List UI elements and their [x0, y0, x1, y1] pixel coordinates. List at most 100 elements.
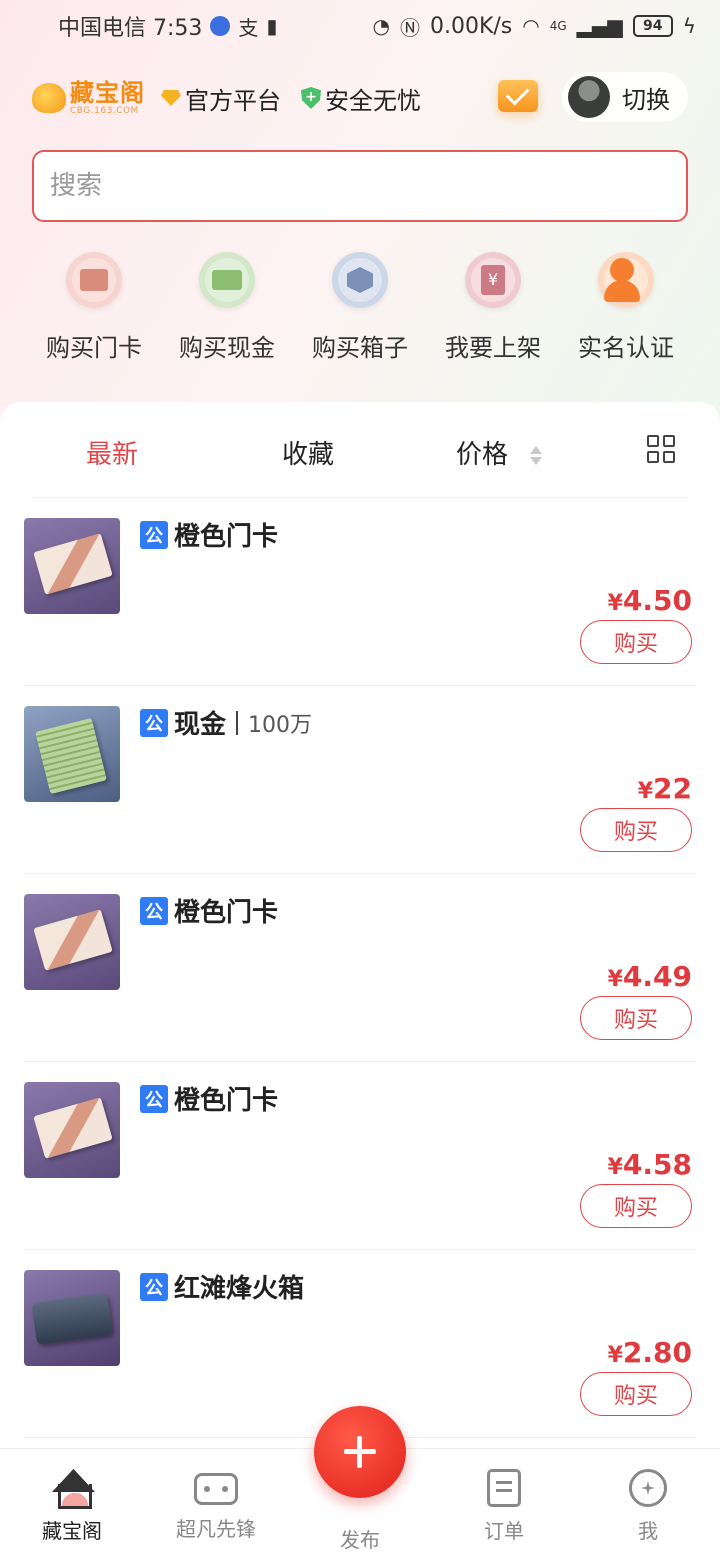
treasure-logo-icon: [32, 83, 66, 113]
tab-price-label: 价格: [456, 440, 509, 470]
official-platform-badge: 官方平台: [161, 81, 281, 116]
search-input[interactable]: [50, 171, 686, 201]
grid-view-icon[interactable]: [647, 435, 675, 463]
search-bar[interactable]: [32, 150, 688, 222]
publish-plus-button[interactable]: [314, 1406, 406, 1498]
item-thumbnail: [24, 894, 120, 990]
currency-symbol: ¥: [607, 1155, 623, 1180]
quick-entry-list-item[interactable]: 我要上架: [431, 252, 555, 372]
door-card-icon: [66, 252, 122, 308]
sort-bar: 最新 收藏 价格: [32, 402, 688, 498]
item-thumbnail: [24, 1270, 120, 1366]
public-tag: 公: [140, 708, 168, 737]
item-name: 橙色门卡: [174, 1086, 279, 1116]
item-list: 公 橙色门卡 ¥4.50 购买 公 现金 100万 ¥22 购买 公 橙色门卡 …: [0, 498, 720, 1438]
quick-entry-buy-door-card[interactable]: 购买门卡: [32, 252, 156, 372]
quick-entry-buy-cash[interactable]: 购买现金: [165, 252, 289, 372]
currency-symbol: ¥: [607, 591, 623, 616]
tab-me[interactable]: 我: [576, 1449, 720, 1560]
list-item[interactable]: 公 橙色门卡 ¥4.50 购买: [24, 498, 696, 686]
tab-home-label: 藏宝阁: [42, 1519, 102, 1543]
price-value: 22: [653, 772, 692, 805]
list-item[interactable]: 公 橙色门卡 ¥4.58 购买: [24, 1062, 696, 1250]
currency-symbol: ¥: [607, 1343, 623, 1368]
order-icon: [487, 1469, 521, 1507]
wifi-icon: ◠: [522, 14, 540, 38]
list-item[interactable]: 公 现金 100万 ¥22 购买: [24, 686, 696, 874]
switch-label: 切换: [622, 85, 670, 114]
box-icon: [332, 252, 388, 308]
item-name: 现金: [174, 710, 227, 740]
message-envelope-icon[interactable]: [498, 80, 538, 112]
official-platform-label: 官方平台: [185, 86, 281, 115]
compass-icon: [629, 1469, 667, 1507]
alipay-icon: 支: [238, 15, 259, 40]
sim-icon: ▮: [266, 14, 278, 38]
carrier-time: 中国电信 7:53: [58, 16, 203, 41]
sort-arrows-icon: [530, 446, 543, 465]
quick-entry-label: 购买门卡: [46, 334, 142, 362]
nfc-icon: Ⓝ: [399, 15, 420, 40]
quick-entry-label: 我要上架: [445, 334, 541, 362]
item-name: 橙色门卡: [174, 898, 279, 928]
buy-button[interactable]: 购买: [580, 808, 692, 852]
buy-button[interactable]: 购买: [580, 620, 692, 664]
home-icon: [52, 1469, 92, 1509]
item-thumbnail: [24, 518, 120, 614]
public-tag: 公: [140, 896, 168, 925]
quick-entry-label: 购买现金: [179, 334, 275, 362]
buy-button[interactable]: 购买: [580, 996, 692, 1040]
shield-icon: +: [301, 87, 321, 109]
item-price: ¥4.50: [608, 584, 692, 617]
public-tag: 公: [140, 1272, 168, 1301]
list-item-icon: [465, 252, 521, 308]
public-tag: 公: [140, 1084, 168, 1113]
tab-favorite[interactable]: 收藏: [282, 434, 334, 471]
network-speed: 0.00K/s: [429, 13, 513, 39]
tab-pioneer[interactable]: 超凡先锋: [144, 1449, 288, 1560]
tab-orders-label: 订单: [484, 1519, 524, 1543]
item-price: ¥4.49: [608, 960, 692, 993]
item-thumbnail: [24, 706, 120, 802]
quick-entries: 购买门卡 购买现金 购买箱子 我要上架 实名认证: [32, 252, 688, 372]
currency-symbol: ¥: [607, 967, 623, 992]
item-name: 红滩烽火箱: [174, 1274, 305, 1304]
divider: [236, 710, 239, 735]
price-value: 2.80: [622, 1336, 692, 1369]
safe-label: 安全无忧: [325, 86, 421, 115]
item-name: 橙色门卡: [174, 522, 279, 552]
price-value: 4.50: [622, 584, 692, 617]
public-tag: 公: [140, 520, 168, 549]
listing-panel: 最新 收藏 价格 公 橙色门卡 ¥4.50 购买 公 现金 100万 ¥22 购…: [0, 402, 720, 1448]
price-value: 4.58: [622, 1148, 692, 1181]
list-item[interactable]: 公 橙色门卡 ¥4.49 购买: [24, 874, 696, 1062]
tab-latest[interactable]: 最新: [86, 434, 138, 471]
quick-entry-label: 购买箱子: [312, 334, 408, 362]
app-notification-icon: [210, 16, 231, 36]
tab-publish-label[interactable]: 发布: [314, 1524, 406, 1553]
tab-home[interactable]: 藏宝阁: [0, 1449, 144, 1560]
cash-icon: [199, 252, 255, 308]
battery-icon: 94: [632, 15, 673, 37]
price-value: 4.49: [622, 960, 692, 993]
switch-account-button[interactable]: 切换: [562, 72, 688, 122]
app-logo[interactable]: 藏宝阁 CBG.163.COM: [32, 81, 145, 116]
item-price: ¥22: [638, 772, 692, 805]
buy-button[interactable]: 购买: [580, 1184, 692, 1228]
tab-price[interactable]: 价格: [456, 434, 543, 471]
quick-entry-verify[interactable]: 实名认证: [564, 252, 688, 372]
item-price: ¥2.80: [608, 1336, 692, 1369]
tab-orders[interactable]: 订单: [432, 1449, 576, 1560]
currency-symbol: ¥: [637, 779, 654, 804]
safe-badge: + 安全无忧: [301, 81, 421, 116]
status-bar: 中国电信 7:53 支 ▮ ◔ Ⓝ 0.00K/s ◠ 4G ▂▄▆ 94 ϟ: [0, 0, 720, 52]
buy-button[interactable]: 购买: [580, 1372, 692, 1416]
speedometer-icon: ◔: [372, 14, 390, 38]
network-type: 4G: [549, 19, 567, 33]
item-thumbnail: [24, 1082, 120, 1178]
item-price: ¥4.58: [608, 1148, 692, 1181]
diamond-icon: [161, 90, 181, 106]
avatar: [568, 76, 610, 118]
quick-entry-buy-box[interactable]: 购买箱子: [298, 252, 422, 372]
tab-me-label: 我: [638, 1519, 658, 1543]
